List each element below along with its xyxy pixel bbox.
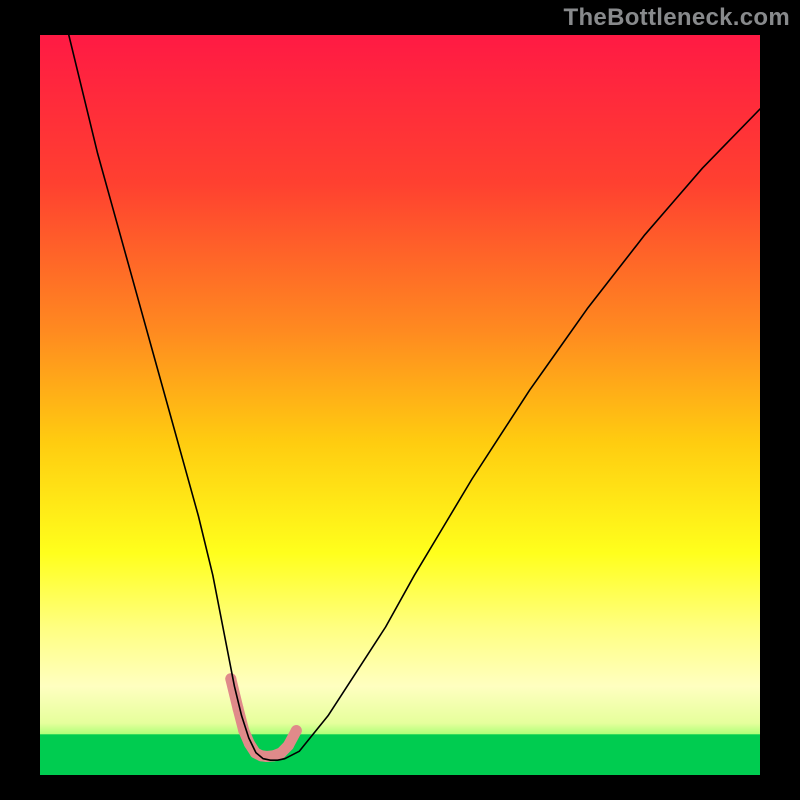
green-baseline-band (40, 734, 760, 775)
watermark-text: TheBottleneck.com (564, 4, 790, 32)
bottleneck-plot (0, 0, 800, 800)
gradient-background (40, 35, 760, 775)
chart-frame: TheBottleneck.com (0, 0, 800, 800)
